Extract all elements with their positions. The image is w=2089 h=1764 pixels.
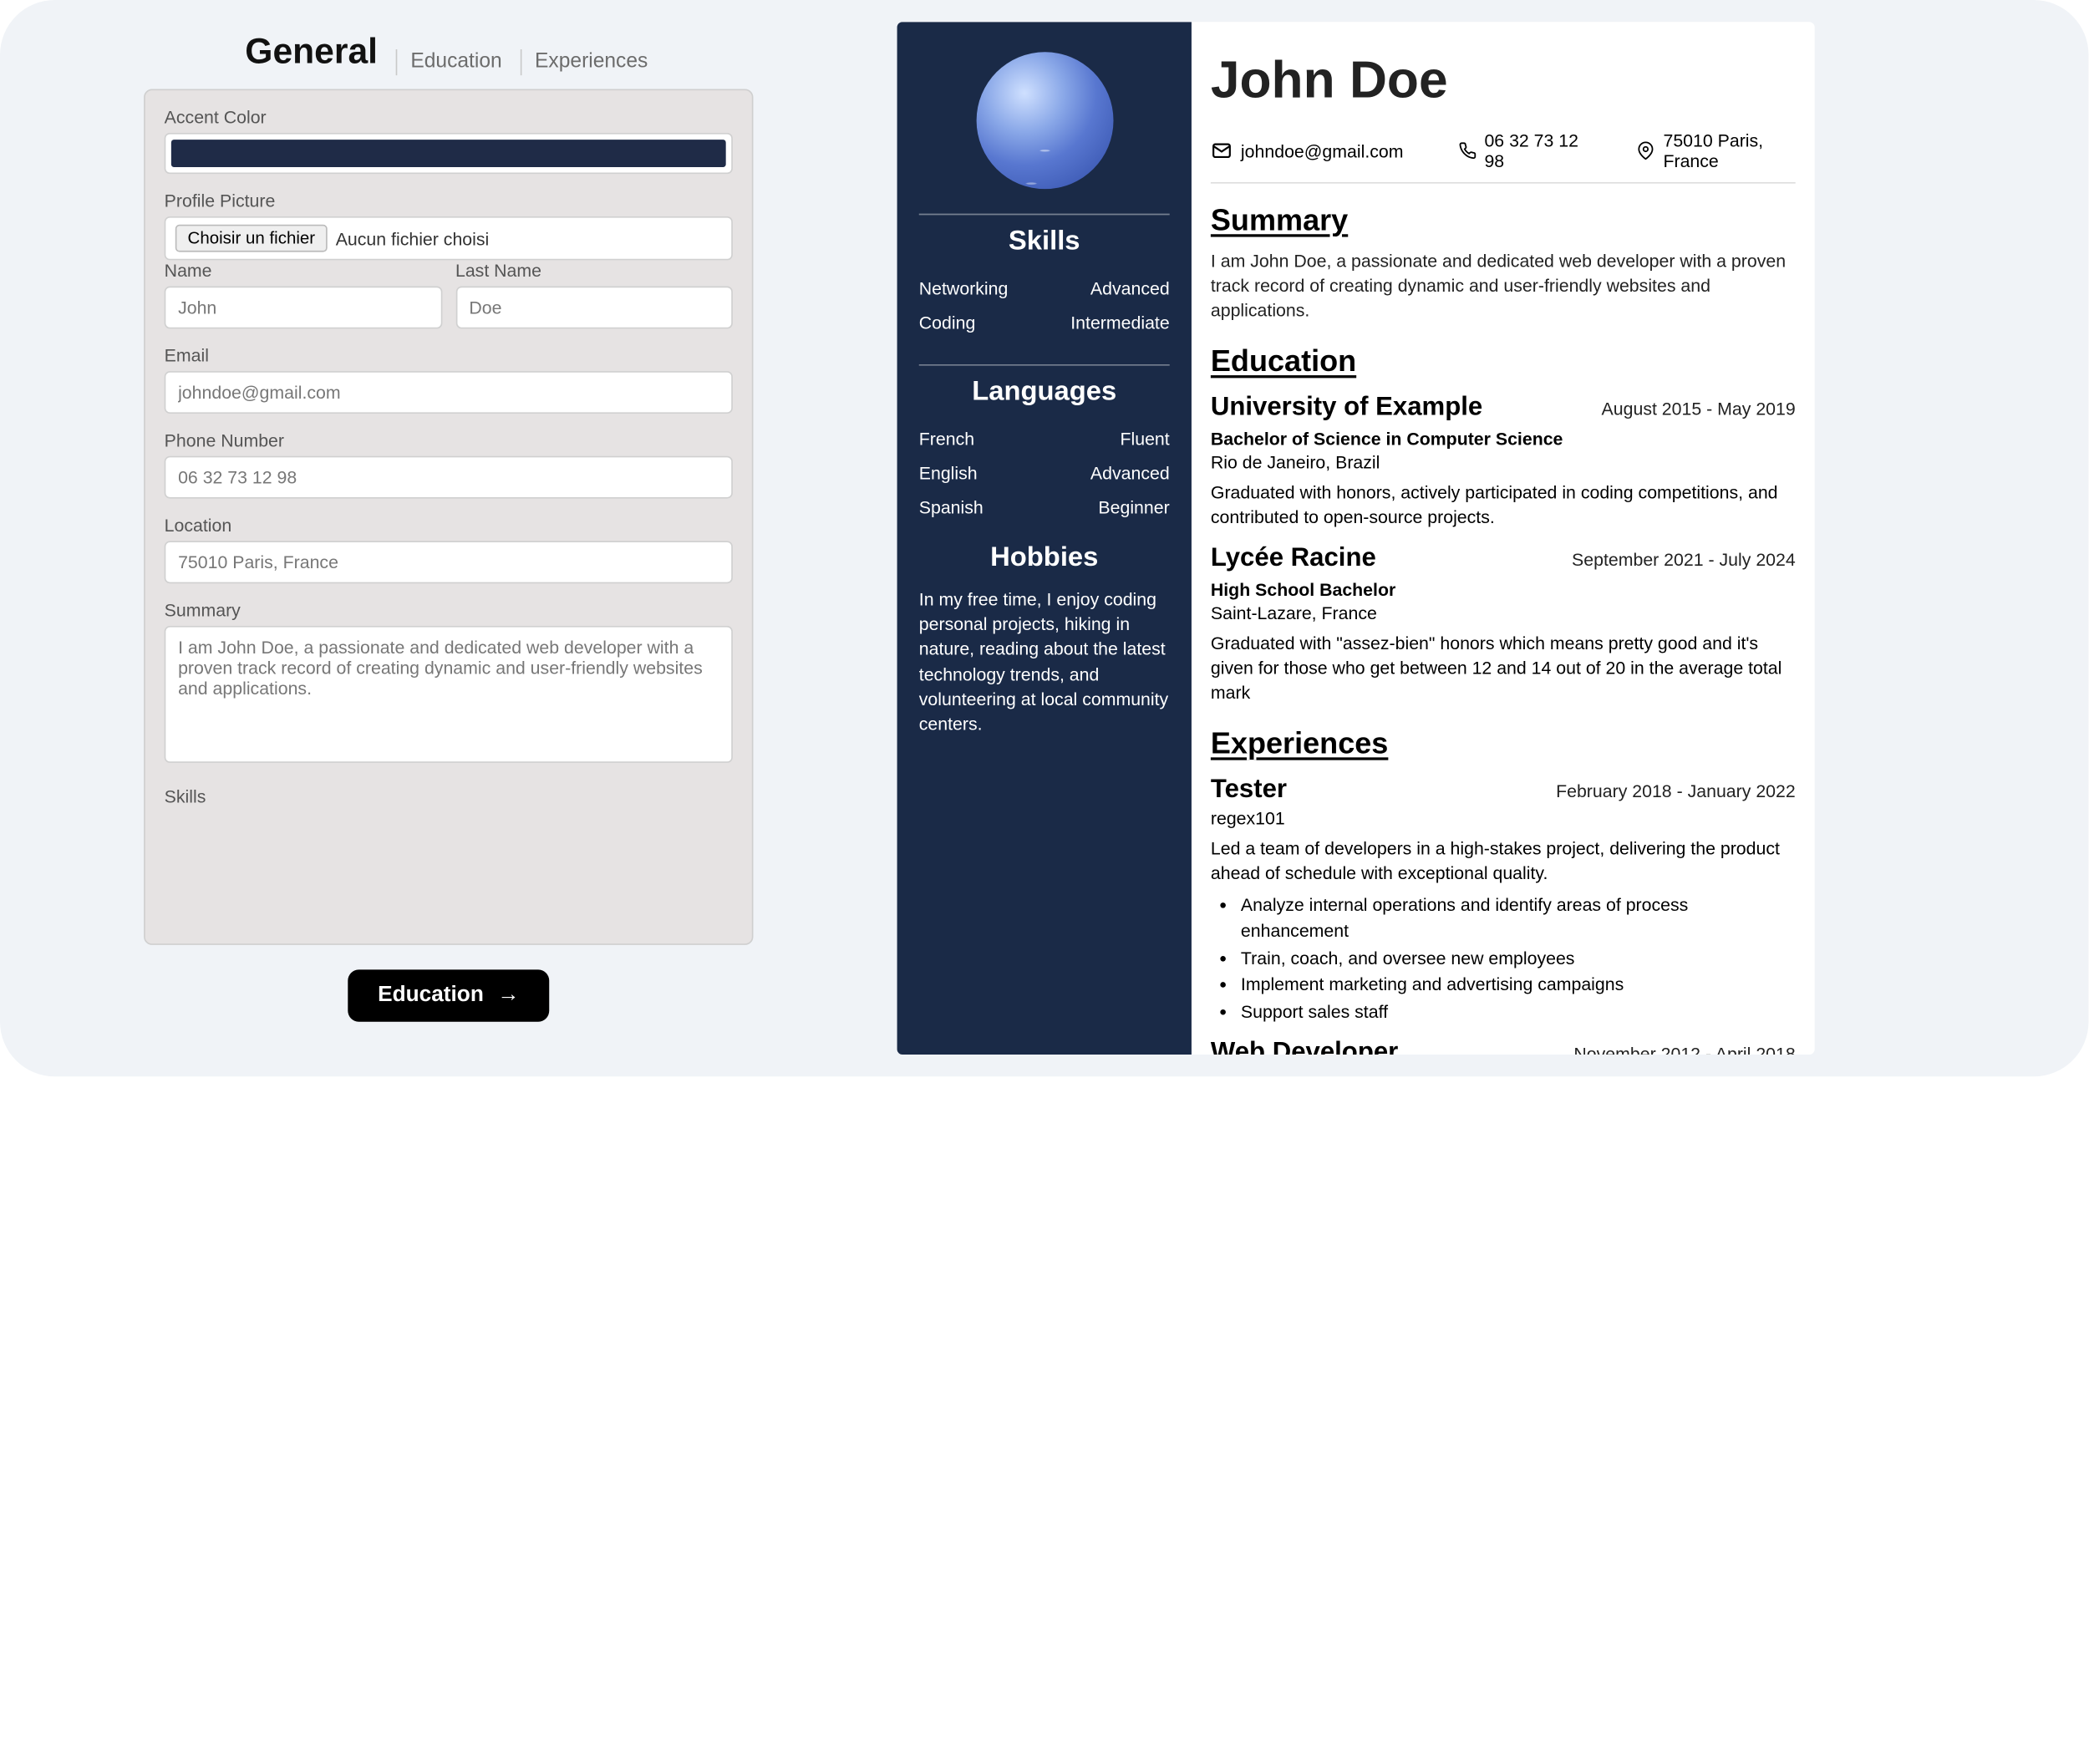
edu-desc: Graduated with honors, actively particip…	[1211, 480, 1796, 531]
contact-phone: 06 32 73 12 98	[1484, 130, 1582, 171]
email-icon	[1211, 140, 1233, 161]
edu-school: University of Example	[1211, 393, 1482, 423]
exp-date: November 2012 - April 2018	[1573, 1045, 1795, 1055]
edu-degree: High School Bachelor	[1211, 579, 1796, 600]
edu-location: Rio de Janeiro, Brazil	[1211, 451, 1796, 472]
contact-location: 75010 Paris, France	[1663, 130, 1795, 171]
phone-icon	[1458, 140, 1477, 161]
accent-color-input[interactable]	[165, 133, 733, 174]
exp-bullet: Analyze internal operations and identify…	[1241, 892, 1796, 945]
tab-bar: General Education Experiences	[245, 30, 652, 75]
exp-role: Tester	[1211, 775, 1287, 805]
email-label: Email	[165, 345, 733, 366]
skill-row: Coding Intermediate	[919, 305, 1170, 339]
experiences-heading: Experiences	[1211, 725, 1796, 761]
language-level: Fluent	[1120, 429, 1169, 450]
edu-location: Saint-Lazare, France	[1211, 602, 1796, 623]
edu-date: August 2015 - May 2019	[1602, 398, 1796, 419]
avatar	[976, 52, 1113, 189]
edu-desc: Graduated with "assez-bien" honors which…	[1211, 631, 1796, 705]
skill-name: Coding	[919, 313, 976, 333]
tab-education[interactable]: Education	[395, 49, 506, 75]
languages-heading: Languages	[972, 377, 1116, 409]
resume-preview: Skills Networking Advanced Coding Interm…	[897, 22, 1815, 1055]
language-level: Beginner	[1098, 497, 1169, 518]
file-status-text: Aucun fichier choisi	[336, 228, 490, 249]
summary-heading: Summary	[1211, 203, 1796, 239]
accent-color-label: Accent Color	[165, 107, 733, 128]
skills-label: Skills	[165, 786, 733, 807]
accent-color-swatch	[171, 140, 726, 167]
profile-picture-label: Profile Picture	[165, 191, 733, 211]
lastname-input[interactable]	[455, 287, 733, 329]
contact-email: johndoe@gmail.com	[1241, 140, 1404, 161]
exp-role: Web Developer	[1211, 1039, 1398, 1055]
location-input[interactable]	[165, 541, 733, 583]
lastname-label: Last Name	[455, 260, 733, 281]
form-scroll-area[interactable]: Accent Color Profile Picture Choisir un …	[144, 89, 753, 945]
exp-bullet: Train, coach, and oversee new employees	[1241, 945, 1796, 972]
language-row: French Fluent	[919, 422, 1170, 456]
exp-company: regex101	[1211, 807, 1796, 828]
experience-item: Web Developer November 2012 - April 2018…	[1211, 1039, 1796, 1055]
exp-bullets: Analyze internal operations and identify…	[1211, 892, 1796, 1025]
language-row: English Advanced	[919, 456, 1170, 491]
edu-date: September 2021 - July 2024	[1572, 549, 1796, 570]
education-item: University of Example August 2015 - May …	[1211, 393, 1796, 531]
exp-bullet: Support sales staff	[1241, 999, 1796, 1025]
hobbies-text: In my free time, I enjoy coding personal…	[919, 587, 1170, 737]
resume-sidebar: Skills Networking Advanced Coding Interm…	[897, 22, 1192, 1055]
skills-heading: Skills	[1009, 226, 1080, 257]
name-input[interactable]	[165, 287, 442, 329]
experience-item: Tester February 2018 - January 2022 rege…	[1211, 775, 1796, 1025]
next-education-button[interactable]: Education →	[348, 969, 549, 1021]
next-button-label: Education	[378, 984, 484, 1009]
name-label: Name	[165, 260, 442, 281]
hobbies-heading: Hobbies	[990, 542, 1098, 574]
resume-main: John Doe johndoe@gmail.com 06 32 73 12 9…	[1192, 22, 1815, 1055]
language-row: Spanish Beginner	[919, 491, 1170, 525]
skill-row: Networking Advanced	[919, 272, 1170, 306]
contact-row: johndoe@gmail.com 06 32 73 12 98 75010 P…	[1211, 130, 1796, 184]
file-choose-button[interactable]: Choisir un fichier	[175, 225, 328, 252]
summary-textarea[interactable]	[165, 626, 733, 763]
summary-text: I am John Doe, a passionate and dedicate…	[1211, 249, 1796, 323]
resume-name: John Doe	[1211, 52, 1796, 110]
language-level: Advanced	[1090, 463, 1170, 484]
tab-general[interactable]: General	[245, 30, 382, 75]
skill-level: Intermediate	[1070, 313, 1169, 333]
education-heading: Education	[1211, 343, 1796, 379]
exp-bullet: Implement marketing and advertising camp…	[1241, 972, 1796, 999]
exp-desc: Led a team of developers in a high-stake…	[1211, 836, 1796, 887]
phone-label: Phone Number	[165, 430, 733, 451]
location-label: Location	[165, 515, 733, 536]
language-name: Spanish	[919, 497, 984, 518]
education-item: Lycée Racine September 2021 - July 2024 …	[1211, 544, 1796, 706]
exp-date: February 2018 - January 2022	[1556, 780, 1796, 801]
skill-level: Advanced	[1090, 278, 1170, 299]
location-icon	[1637, 140, 1655, 161]
edu-degree: Bachelor of Science in Computer Science	[1211, 428, 1796, 449]
language-name: English	[919, 463, 978, 484]
phone-input[interactable]	[165, 456, 733, 499]
tab-experiences[interactable]: Experiences	[520, 49, 652, 75]
language-name: French	[919, 429, 974, 450]
email-input[interactable]	[165, 371, 733, 414]
arrow-right-icon: →	[497, 984, 519, 1009]
editor-panel: General Education Experiences Accent Col…	[0, 0, 897, 1076]
skill-name: Networking	[919, 278, 1009, 299]
file-input[interactable]: Choisir un fichier Aucun fichier choisi	[165, 216, 733, 260]
summary-label: Summary	[165, 600, 733, 621]
edu-school: Lycée Racine	[1211, 544, 1376, 574]
